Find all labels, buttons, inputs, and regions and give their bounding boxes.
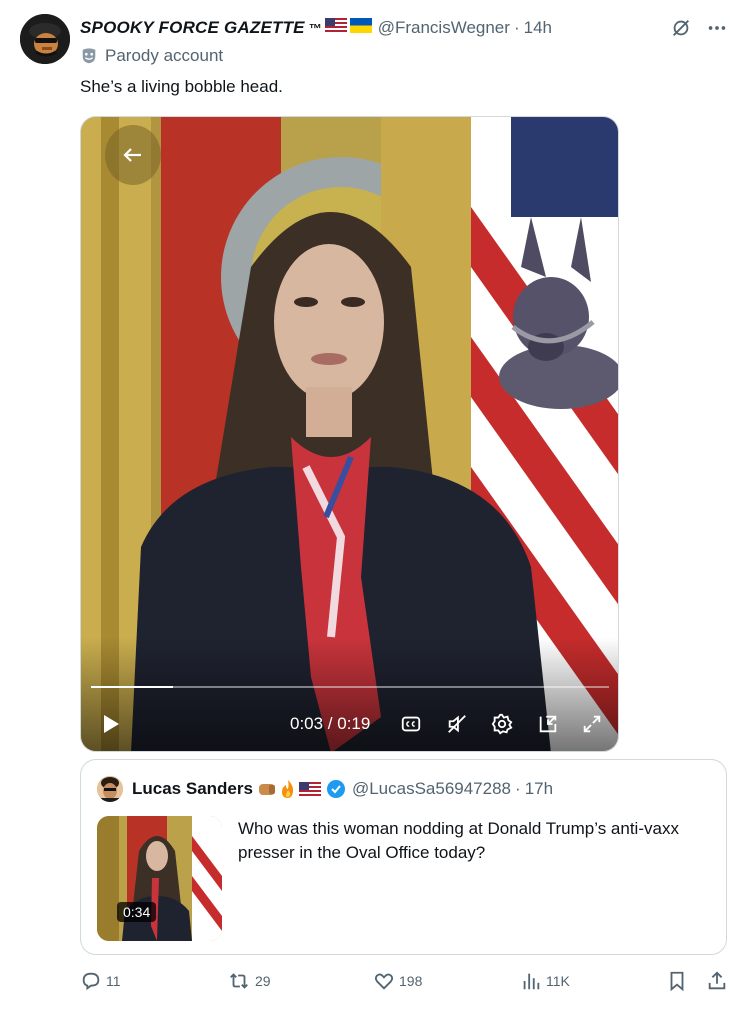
share-button[interactable]: [706, 970, 728, 992]
repost-button[interactable]: 29: [227, 970, 271, 992]
quoted-post-header: Lucas Sanders @LucasSa56947288 · 17h: [132, 777, 553, 801]
views-bar-chart-icon: [523, 973, 540, 990]
like-button[interactable]: 198: [373, 970, 422, 992]
repost-icon: [230, 973, 248, 989]
quoted-author-handle[interactable]: @LucasSa56947288: [352, 779, 511, 799]
views-button[interactable]: 11K: [520, 970, 570, 992]
author-display-name[interactable]: SPOOKY FORCE GAZETTE: [80, 18, 305, 38]
quoted-author-name[interactable]: Lucas Sanders: [132, 779, 253, 799]
quoted-author-avatar[interactable]: [97, 776, 123, 802]
quoted-timestamp[interactable]: 17h: [525, 779, 553, 799]
bookmark-button[interactable]: [666, 970, 688, 992]
quoted-video-duration: 0:34: [117, 902, 157, 922]
parody-label-text: Parody account: [105, 46, 224, 65]
video-progress-fill: [91, 686, 173, 688]
separator-dot: ·: [515, 779, 521, 798]
video-player[interactable]: 0:03 / 0:19: [80, 116, 619, 752]
reply-count: 11: [106, 973, 121, 989]
more-options-icon[interactable]: [706, 17, 728, 44]
us-flag-icon: [298, 781, 321, 797]
quoted-post-text: Who was this woman nodding at Donald Tru…: [238, 819, 679, 862]
separator-dot: ·: [513, 18, 520, 37]
parody-account-label: Parody account: [80, 46, 223, 66]
fullscreen-icon[interactable]: [581, 713, 603, 740]
post-header: SPOOKY FORCE GAZETTE ™ @FrancisWegner · …: [80, 17, 552, 39]
heart-icon: [374, 973, 394, 990]
views-count: 11K: [546, 973, 570, 989]
video-frame: [81, 117, 618, 751]
settings-gear-icon[interactable]: [491, 713, 513, 740]
us-flag-icon: [324, 18, 347, 38]
video-controls: 0:03 / 0:19: [81, 705, 618, 745]
play-icon[interactable]: [101, 713, 121, 740]
parody-mask-icon: [82, 48, 96, 64]
repost-count: 29: [255, 973, 271, 989]
verified-badge-icon[interactable]: [326, 779, 346, 799]
trademark-symbol: ™: [308, 20, 322, 36]
back-button[interactable]: [105, 125, 161, 185]
muted-speaker-icon[interactable]: [446, 713, 468, 740]
post-text: She’s a living bobble head.: [80, 77, 283, 96]
ukraine-flag-icon: [349, 18, 372, 38]
grok-icon[interactable]: [670, 17, 692, 44]
fire-emoji-icon: [281, 780, 294, 798]
share-icon: [708, 971, 726, 990]
closed-captions-icon[interactable]: [400, 713, 422, 740]
author-avatar[interactable]: [20, 14, 70, 64]
quoted-video-thumbnail[interactable]: 0:34: [97, 816, 222, 941]
reply-button[interactable]: 11: [80, 970, 121, 992]
author-handle[interactable]: @FrancisWegner: [378, 18, 510, 38]
fist-bump-emoji-icon: [258, 784, 275, 795]
video-time-readout: 0:03 / 0:19: [290, 714, 371, 733]
video-progress-bar[interactable]: [91, 686, 609, 688]
top-actions: [670, 17, 728, 44]
picture-in-picture-icon[interactable]: [536, 713, 560, 740]
quoted-post[interactable]: Lucas Sanders @LucasSa56947288 · 17h 0:3…: [80, 759, 727, 955]
post-action-bar: 11 29 198 11K: [80, 970, 730, 1000]
quoted-name-emojis: [257, 779, 346, 799]
back-arrow-icon: [123, 148, 141, 162]
bookmark-icon: [670, 971, 684, 992]
post-timestamp[interactable]: 14h: [524, 18, 552, 38]
reply-icon: [82, 972, 100, 991]
like-count: 198: [399, 973, 423, 989]
